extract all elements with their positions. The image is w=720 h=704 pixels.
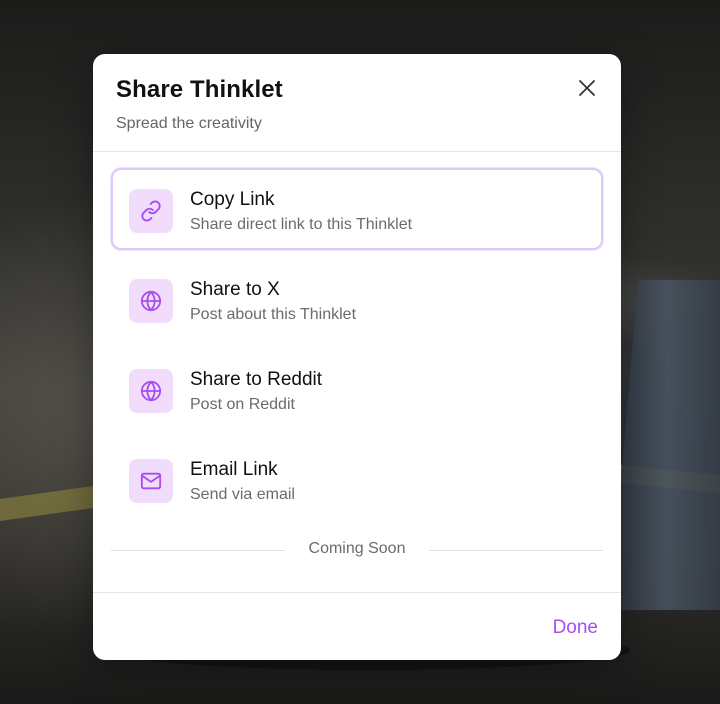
coming-soon-divider: Coming Soon bbox=[111, 540, 603, 560]
option-description: Send via email bbox=[190, 486, 295, 503]
share-dialog: Share Thinklet Spread the creativity Cop… bbox=[93, 54, 621, 660]
mail-icon bbox=[140, 472, 162, 490]
option-icon-tile bbox=[129, 369, 173, 413]
globe-icon bbox=[140, 380, 162, 402]
close-icon bbox=[579, 80, 595, 96]
close-button[interactable] bbox=[573, 74, 601, 102]
option-icon-tile bbox=[129, 279, 173, 323]
dialog-header: Share Thinklet Spread the creativity bbox=[93, 54, 621, 152]
share-option-reddit[interactable]: Share to Reddit Post on Reddit bbox=[111, 348, 603, 430]
option-description: Post on Reddit bbox=[190, 396, 295, 413]
dialog-title: Share Thinklet bbox=[116, 76, 283, 103]
share-option-x[interactable]: Share to X Post about this Thinklet bbox=[111, 258, 603, 340]
option-description: Share direct link to this Thinklet bbox=[190, 216, 413, 233]
option-title: Email Link bbox=[190, 459, 278, 480]
option-title: Share to Reddit bbox=[190, 369, 323, 390]
option-title: Share to X bbox=[190, 279, 280, 300]
option-description: Post about this Thinklet bbox=[190, 306, 357, 323]
coming-soon-label: Coming Soon bbox=[308, 540, 406, 557]
share-option-copy-link[interactable]: Copy Link Share direct link to this Thin… bbox=[111, 168, 603, 250]
share-option-email[interactable]: Email Link Send via email bbox=[111, 438, 603, 520]
dialog-subtitle: Spread the creativity bbox=[116, 115, 262, 132]
background-cone-object bbox=[610, 280, 720, 610]
link-icon bbox=[141, 200, 161, 222]
option-icon-tile bbox=[129, 189, 173, 233]
option-title: Copy Link bbox=[190, 189, 275, 210]
dialog-footer: Done bbox=[93, 592, 621, 660]
background-floor-stripe bbox=[0, 484, 100, 522]
option-icon-tile bbox=[129, 459, 173, 503]
globe-icon bbox=[140, 290, 162, 312]
done-button[interactable]: Done bbox=[553, 617, 598, 639]
